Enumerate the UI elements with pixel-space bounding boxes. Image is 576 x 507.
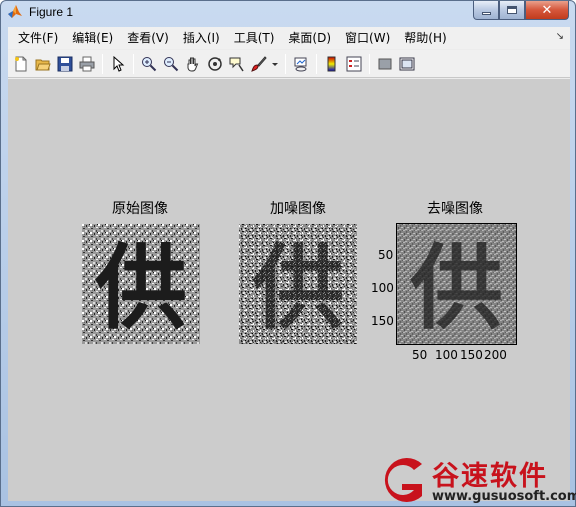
data-cursor-button[interactable]: [226, 53, 247, 75]
x-tick-label: 100: [435, 348, 458, 362]
matlab-icon: [8, 5, 22, 18]
menu-bar: 文件(F) 编辑(E) 查看(V) 插入(I) 工具(T) 桌面(D) 窗口(W…: [8, 27, 570, 49]
zoom-out-button[interactable]: [160, 53, 181, 75]
menu-file[interactable]: 文件(F): [11, 28, 65, 48]
axes-title-original: 原始图像: [112, 201, 168, 217]
toolbar-separator: [285, 53, 286, 74]
menu-tools[interactable]: 工具(T): [227, 28, 282, 48]
select-button[interactable]: [107, 53, 128, 75]
figure-toolbar: [8, 50, 570, 78]
menu-window[interactable]: 窗口(W): [338, 28, 397, 48]
watermark: 谷速软件 www.gusuosoft.com: [372, 454, 576, 506]
show-plot-tools-icon: [399, 57, 414, 70]
watermark-brand: 谷速软件: [432, 461, 548, 492]
minimize-button[interactable]: [473, 1, 499, 20]
print-button[interactable]: [76, 53, 97, 75]
legend-button[interactable]: [343, 53, 364, 75]
toolbar-separator: [316, 53, 317, 74]
toolbar-separator: [102, 53, 103, 74]
colorbar-icon: [327, 56, 335, 71]
save-button[interactable]: [54, 53, 75, 75]
save-icon: [57, 56, 72, 71]
menu-help[interactable]: 帮助(H): [397, 28, 453, 48]
axes-title-noisy: 加噪图像: [270, 201, 326, 217]
link-plot-icon: [294, 57, 306, 71]
open-file-button[interactable]: [32, 53, 53, 75]
select-arrow-icon: [113, 55, 124, 72]
menu-edit[interactable]: 编辑(E): [65, 28, 120, 48]
new-figure-icon: [14, 56, 26, 71]
toolbar-separator: [369, 53, 370, 74]
zoom-out-icon: [163, 56, 178, 71]
watermark-url: www.gusuosoft.com: [432, 489, 576, 504]
new-figure-button[interactable]: [10, 53, 31, 75]
maximize-icon: [507, 6, 517, 14]
pan-hand-icon: [187, 57, 198, 72]
zoom-in-button[interactable]: [138, 53, 159, 75]
show-plot-tools-button[interactable]: [396, 53, 417, 75]
toolbar-separator: [133, 53, 134, 74]
close-button[interactable]: ✕: [525, 1, 569, 20]
brush-dropdown-icon: [272, 62, 278, 66]
dock-arrow-icon[interactable]: ↘: [556, 31, 564, 42]
axes-title-denoised: 去噪图像: [427, 201, 483, 217]
pan-button[interactable]: [182, 53, 203, 75]
window-title: Figure 1: [29, 5, 74, 19]
close-icon: ✕: [541, 2, 553, 18]
y-tick-label: 100: [371, 281, 394, 295]
noisy-image: 供: [239, 224, 357, 344]
menu-desktop[interactable]: 桌面(D): [281, 28, 338, 48]
x-tick-label: 200: [484, 348, 507, 362]
x-tick-label: 50: [412, 348, 428, 362]
brush-icon: [250, 55, 267, 72]
client-area: 文件(F) 编辑(E) 查看(V) 插入(I) 工具(T) 桌面(D) 窗口(W…: [8, 27, 570, 501]
brush-dropdown-button[interactable]: [270, 53, 280, 75]
title-bar[interactable]: Figure 1 ✕: [1, 1, 575, 25]
colorbar-button[interactable]: [321, 53, 342, 75]
hide-plot-tools-button[interactable]: [374, 53, 395, 75]
original-image: 供: [82, 224, 200, 344]
minimize-icon: [481, 11, 491, 15]
zoom-in-icon: [141, 56, 156, 71]
gusu-logo-icon: [384, 458, 422, 502]
y-tick-label: 150: [371, 314, 394, 328]
figure-canvas[interactable]: 原始图像 供 加噪图像 供 去噪图像 供 50 100 150 50 100 1…: [8, 79, 570, 501]
print-icon: [79, 56, 94, 71]
denoised-image: 供: [396, 223, 517, 345]
menu-view[interactable]: 查看(V): [120, 28, 176, 48]
rotate-3d-button[interactable]: [204, 53, 225, 75]
legend-icon: [346, 56, 361, 71]
menu-insert[interactable]: 插入(I): [176, 28, 227, 48]
figure-window: Figure 1 ✕ 文件(F) 编辑(E) 查看(V) 插入(I) 工具(T)…: [0, 0, 576, 507]
image-glyph: 供: [95, 235, 187, 342]
link-plot-button[interactable]: [290, 53, 311, 75]
y-tick-label: 50: [378, 248, 394, 262]
maximize-button[interactable]: [499, 1, 525, 20]
hide-plot-tools-icon: [378, 58, 391, 69]
open-file-icon: [35, 59, 51, 70]
brush-button[interactable]: [248, 53, 269, 75]
x-tick-label: 150: [460, 348, 483, 362]
data-cursor-icon: [229, 57, 244, 71]
rotate-3d-icon: [207, 56, 222, 71]
